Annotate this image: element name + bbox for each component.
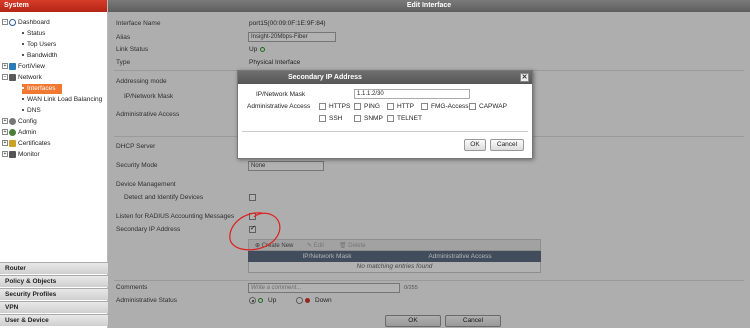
nav-security-profiles[interactable]: Security Profiles <box>0 288 108 300</box>
nav-vpn[interactable]: VPN <box>0 301 108 313</box>
tree-item-top-users[interactable]: Top Users <box>22 40 56 50</box>
sidebar: System − Dashboard Status Top Users Bandw… <box>0 0 108 328</box>
collapse-icon[interactable]: − <box>2 19 8 26</box>
modal-overlay <box>108 12 750 328</box>
dashboard-icon <box>9 18 16 26</box>
expand-icon[interactable]: + <box>2 129 8 136</box>
dialog-title: Secondary IP Address ✕ <box>238 71 532 84</box>
monitor-icon <box>9 150 16 158</box>
tree-item-label: Interfaces <box>27 85 56 92</box>
tree-item-admin[interactable]: + Admin <box>2 128 36 138</box>
fortiview-icon <box>9 62 16 70</box>
admin-icon <box>9 128 16 136</box>
tree-item-dashboard[interactable]: − Dashboard <box>2 18 50 28</box>
dialog-ok-button[interactable]: OK <box>464 139 486 151</box>
dialog-title-text: Secondary IP Address <box>288 74 362 81</box>
tree-item-label: Admin <box>18 129 37 136</box>
telnet-checkbox[interactable] <box>387 115 394 122</box>
config-icon <box>9 117 16 125</box>
capwap-checkbox[interactable] <box>469 103 476 110</box>
network-icon <box>9 73 16 81</box>
ssh-label: SSH <box>329 115 343 122</box>
nav-policy-objects[interactable]: Policy & Objects <box>0 275 108 287</box>
https-checkbox[interactable] <box>319 103 326 110</box>
ping-label: PING <box>364 103 380 110</box>
tree-item-wan-link-load-balancing[interactable]: WAN Link Load Balancing <box>22 95 102 105</box>
dialog-divider <box>242 131 528 132</box>
bullet-icon <box>22 109 24 112</box>
annotation-circle <box>229 212 281 251</box>
tree-item-label: Status <box>27 30 46 37</box>
snmp-checkbox[interactable] <box>354 115 361 122</box>
tree-item-label: Top Users <box>27 41 57 48</box>
fmg-access-checkbox[interactable] <box>421 103 428 110</box>
tree-item-label: Config <box>18 118 37 125</box>
tree-item-fortiview[interactable]: + FortiView <box>2 62 45 72</box>
dialog-cancel-button[interactable]: Cancel <box>490 139 524 151</box>
tree-item-label: Bandwidth <box>27 52 58 59</box>
bullet-icon <box>22 43 24 46</box>
tree-item-monitor[interactable]: + Monitor <box>2 150 40 160</box>
http-checkbox[interactable] <box>387 103 394 110</box>
expand-icon[interactable]: + <box>2 140 8 147</box>
ssh-checkbox[interactable] <box>319 115 326 122</box>
expand-icon[interactable]: + <box>2 118 8 125</box>
tree-item-label: Dashboard <box>18 19 50 26</box>
tree-item-label: DNS <box>27 107 41 114</box>
bullet-icon <box>22 54 24 57</box>
secondary-ip-dialog: Secondary IP Address ✕ IP/Network Mask 1… <box>237 70 533 159</box>
bullet-icon <box>22 98 24 101</box>
nav-user-device[interactable]: User & Device <box>0 314 108 326</box>
dialog-access-label: Administrative Access <box>247 103 311 110</box>
bullet-icon <box>22 32 24 35</box>
close-icon[interactable]: ✕ <box>520 73 529 82</box>
dialog-ip-input[interactable]: 1.1.1.2/30 <box>354 89 470 99</box>
collapse-icon[interactable]: − <box>2 74 8 81</box>
tree-item-certificates[interactable]: + Certificates <box>2 139 51 149</box>
tree-item-status[interactable]: Status <box>22 29 45 39</box>
http-label: HTTP <box>397 103 414 110</box>
fmg-access-label: FMG-Access <box>431 103 469 110</box>
tree-item-interfaces[interactable]: Interfaces <box>22 84 62 94</box>
tree-item-bandwidth[interactable]: Bandwidth <box>22 51 57 61</box>
tree-item-label: Network <box>18 74 42 81</box>
tree-item-config[interactable]: + Config <box>2 117 37 127</box>
tree-item-dns[interactable]: DNS <box>22 106 41 116</box>
page-title: Edit Interface <box>108 0 750 12</box>
nav-router[interactable]: Router <box>0 262 108 274</box>
ping-checkbox[interactable] <box>354 103 361 110</box>
sidebar-header[interactable]: System <box>0 0 107 12</box>
tree-item-label: Certificates <box>18 140 51 147</box>
dialog-ip-label: IP/Network Mask <box>256 91 306 98</box>
bullet-icon <box>22 87 24 90</box>
tree-item-label: Monitor <box>18 151 40 158</box>
tree-item-label: FortiView <box>18 63 45 70</box>
snmp-label: SNMP <box>364 115 383 122</box>
tree-item-label: WAN Link Load Balancing <box>27 96 103 103</box>
certificates-icon <box>9 139 16 147</box>
telnet-label: TELNET <box>397 115 422 122</box>
tree-item-network[interactable]: − Network <box>2 73 42 83</box>
expand-icon[interactable]: + <box>2 151 8 158</box>
expand-icon[interactable]: + <box>2 63 8 70</box>
https-label: HTTPS <box>329 103 351 110</box>
capwap-label: CAPWAP <box>479 103 507 110</box>
